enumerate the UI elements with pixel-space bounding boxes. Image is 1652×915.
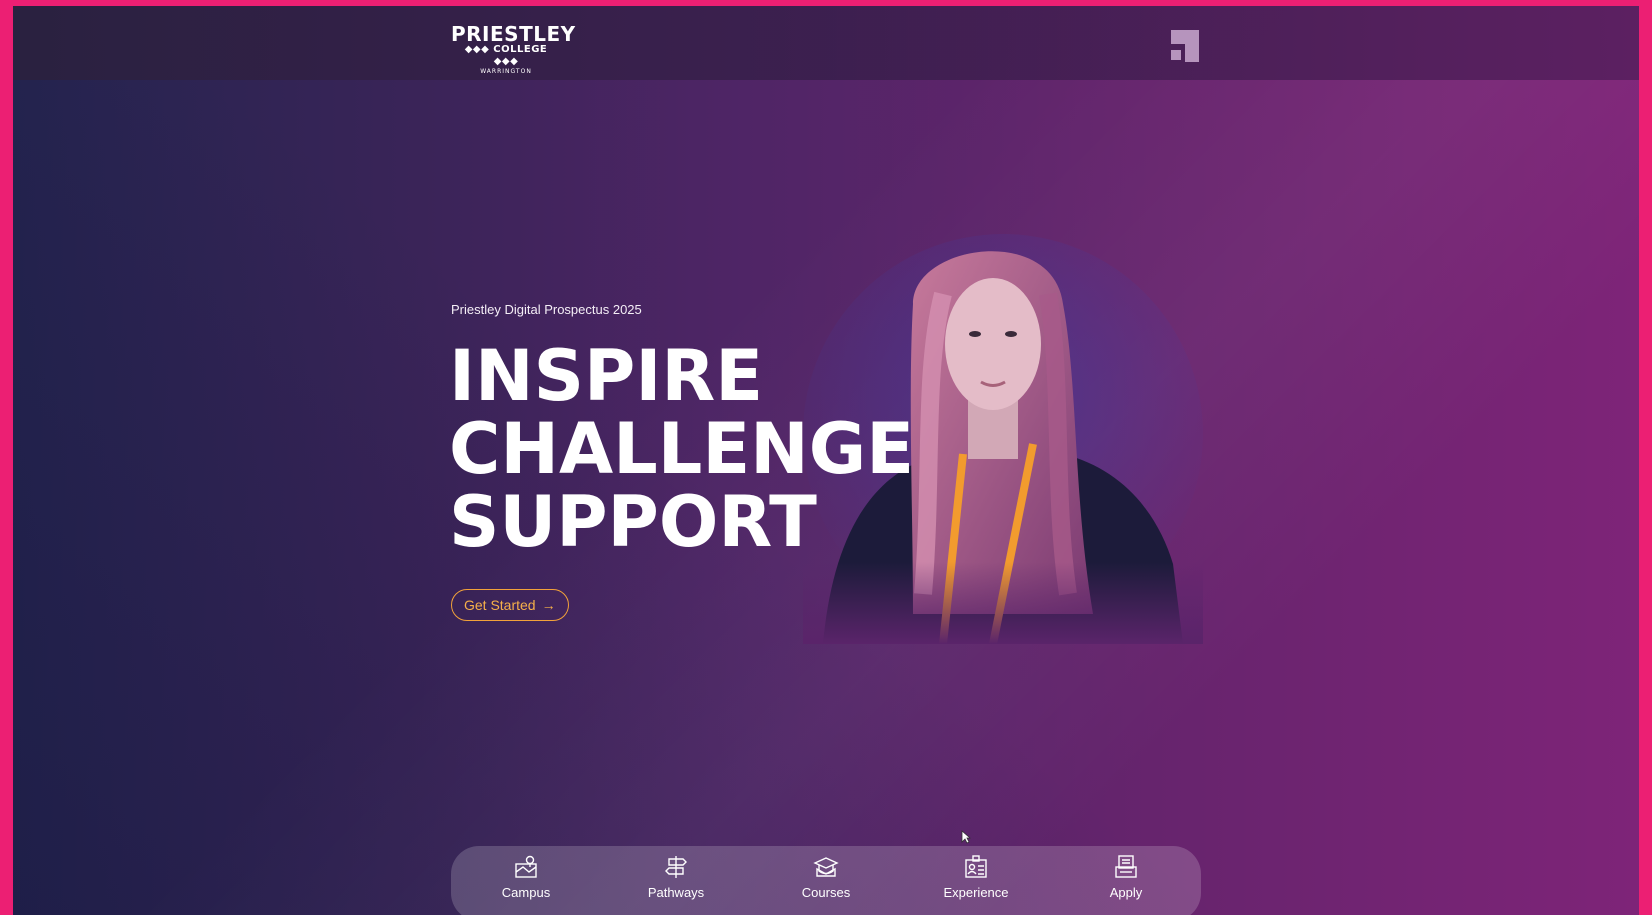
nav-item-apply[interactable]: Apply bbox=[1051, 846, 1201, 910]
id-card-icon bbox=[965, 855, 987, 878]
headline-line-2: CHALLENGE bbox=[449, 408, 915, 490]
logo-subtitle: ◆◆◆ COLLEGE ◆◆◆ bbox=[464, 44, 548, 67]
prospectus-label: Priestley Digital Prospectus 2025 bbox=[451, 302, 642, 317]
graduation-cap-icon bbox=[813, 857, 839, 877]
headline-line-1: INSPIRE bbox=[449, 335, 764, 417]
nav-label-experience: Experience bbox=[943, 885, 1009, 900]
nav-label-campus: Campus bbox=[501, 885, 551, 900]
logo-wordmark: PRIESTLEY bbox=[451, 22, 576, 46]
application-form-icon bbox=[1115, 855, 1137, 878]
page-frame: PRIESTLEY ◆◆◆ COLLEGE ◆◆◆ WARRINGTON Pri… bbox=[13, 6, 1639, 915]
get-started-label: Get Started bbox=[464, 597, 536, 613]
campus-map-icon bbox=[515, 855, 537, 878]
nav-label-apply: Apply bbox=[1109, 885, 1143, 900]
college-logo[interactable]: PRIESTLEY ◆◆◆ COLLEGE ◆◆◆ WARRINGTON bbox=[451, 22, 576, 75]
arrow-right-icon: → bbox=[541, 597, 556, 613]
mouse-cursor-icon bbox=[961, 830, 971, 844]
nav-label-pathways: Pathways bbox=[647, 885, 705, 900]
bottom-nav: Campus Pathways Courses Experience Apply bbox=[451, 846, 1201, 915]
headline-line-3: SUPPORT bbox=[449, 481, 817, 563]
logo-location: WARRINGTON bbox=[480, 68, 532, 75]
signpost-icon bbox=[665, 856, 687, 878]
get-started-button[interactable]: Get Started → bbox=[451, 589, 569, 621]
menu-icon[interactable] bbox=[1165, 26, 1201, 62]
nav-item-pathways[interactable]: Pathways bbox=[601, 846, 751, 910]
nav-item-experience[interactable]: Experience bbox=[901, 846, 1051, 910]
hero-headline: INSPIRE CHALLENGE SUPPORT bbox=[449, 340, 914, 559]
nav-item-courses[interactable]: Courses bbox=[751, 846, 901, 910]
nav-item-campus[interactable]: Campus bbox=[451, 846, 601, 910]
top-bar bbox=[13, 6, 1639, 80]
nav-label-courses: Courses bbox=[801, 885, 851, 900]
